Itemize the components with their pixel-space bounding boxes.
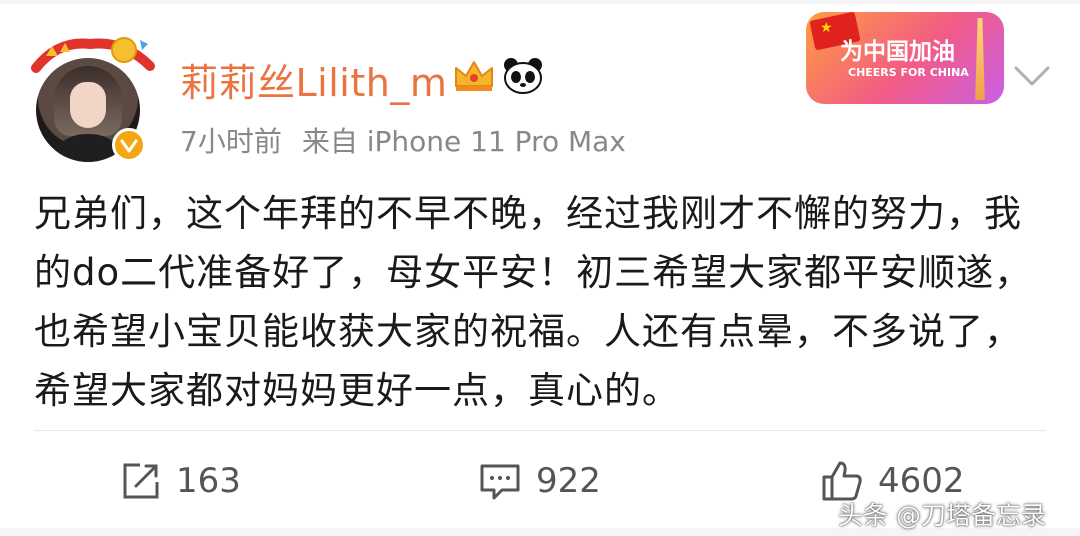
- comment-icon: [480, 464, 520, 500]
- weibo-post-card: 莉莉丝Lilith_m 7小时前 来自 iPhone 11 Pro Max ★ 为…: [0, 4, 1080, 530]
- comment-count: 922: [536, 461, 601, 501]
- username[interactable]: 莉莉丝Lilith_m: [180, 52, 447, 107]
- avatar-container[interactable]: [28, 30, 158, 162]
- badge-subtitle: CHEERS FOR CHINA: [848, 66, 969, 79]
- badge-title: 为中国加油: [840, 39, 955, 65]
- verified-badge-icon: [112, 128, 146, 162]
- watermark: 头条 @刀塔备忘录: [838, 501, 1046, 530]
- like-count: 4602: [878, 461, 965, 501]
- post-content: 兄弟们，这个年拜的不早不晚，经过我刚才不懈的努力，我的do二代准备好了，母女平安…: [34, 192, 1033, 412]
- comment-button[interactable]: 922: [478, 456, 601, 506]
- panda-icon[interactable]: [502, 56, 544, 94]
- cheers-for-china-badge[interactable]: ★ 为中国加油 CHEERS FOR CHINA: [806, 12, 1004, 104]
- divider: [34, 430, 1046, 431]
- star-icon: ★: [820, 20, 833, 36]
- repost-count: 163: [176, 461, 241, 501]
- tower-icon: [975, 18, 985, 100]
- crown-icon[interactable]: [452, 56, 496, 94]
- post-meta: 7小时前 来自 iPhone 11 Pro Max: [180, 120, 646, 160]
- post-time: 7小时前: [180, 125, 282, 158]
- post-source[interactable]: 来自 iPhone 11 Pro Max: [302, 125, 626, 158]
- chevron-down-icon[interactable]: [1012, 64, 1052, 88]
- repost-icon: [123, 463, 159, 499]
- repost-button[interactable]: 163: [120, 456, 241, 506]
